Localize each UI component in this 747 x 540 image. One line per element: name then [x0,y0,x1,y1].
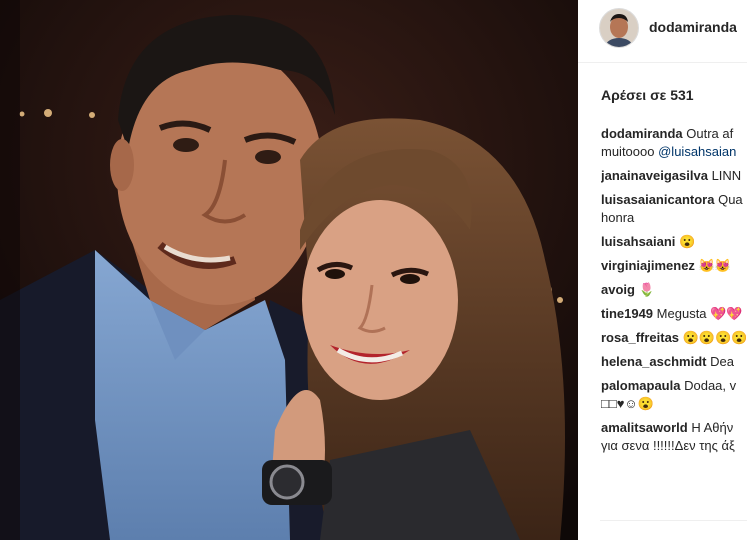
comment-username[interactable]: virginiajimenez [601,258,695,273]
comments-divider [600,520,747,521]
comment-text: 🌷 [638,282,655,297]
comment-text: Qua [718,192,743,207]
comment-mention-link[interactable]: @luisahsaian [658,144,736,159]
comment-item: rosa_ffreitas 😮😮😮😮 [601,329,747,347]
comment-item: amalitsaworld Η Αθήν για σενα !!!!!!Δεν … [601,419,747,455]
comment-username[interactable]: janainaveigasilva [601,168,708,183]
comment-text: honra [601,210,635,225]
comment-username[interactable]: luisahsaiani [601,234,675,249]
author-username[interactable]: dodamiranda [649,19,737,35]
comment-item: avoig 🌷 [601,281,747,299]
comment-text: muitoooo [601,144,655,159]
comment-username[interactable]: tine1949 [601,306,653,321]
photo-illustration [0,0,578,540]
comment-text: Η Αθήν [691,420,734,435]
likes-count[interactable]: Αρέσει σε 531 [601,87,694,103]
comment-item: luisasaianicantora Qua honra [601,191,747,227]
comment-item: virginiajimenez 😻😻 [601,257,747,275]
comments-list: dodamiranda Outra af muitoooo @luisahsai… [601,125,747,461]
comment-text: Outra af [686,126,734,141]
comment-item: helena_aschmidt Dea [601,353,747,371]
comment-text: για σενα !!!!!!Δεν της άξ [601,438,735,453]
comment-item: dodamiranda Outra af muitoooo @luisahsai… [601,125,747,161]
comment-username[interactable]: rosa_ffreitas [601,330,679,345]
comment-item: palomapaula Dodaa, v □□♥☺😮 [601,377,747,413]
comment-item: luisahsaiani 😮 [601,233,747,251]
comment-text: Dea [710,354,734,369]
comment-username[interactable]: luisasaianicantora [601,192,714,207]
comment-text: 😮😮😮😮 [682,330,747,345]
comment-text: Megusta 💖💖 [656,306,743,321]
comment-text: □□♥☺😮 [601,396,654,411]
comment-username[interactable]: amalitsaworld [601,420,688,435]
profile-avatar-icon[interactable] [599,8,639,48]
comment-item: janainaveigasilva LINN [601,167,747,185]
comment-text: 😮 [679,234,696,249]
comment-username[interactable]: helena_aschmidt [601,354,707,369]
post-header: dodamiranda [578,0,747,63]
comment-text: LINN [711,168,742,183]
post-sidebar: dodamiranda Αρέσει σε 531 dodamiranda Ou… [578,0,747,540]
comment-username[interactable]: avoig [601,282,635,297]
post-photo[interactable] [0,0,578,540]
comment-username[interactable]: palomapaula [601,378,680,393]
comment-username[interactable]: dodamiranda [601,126,683,141]
comment-text: Dodaa, v [684,378,737,393]
comment-item: tine1949 Megusta 💖💖 [601,305,747,323]
comment-text: 😻😻 [698,258,731,273]
